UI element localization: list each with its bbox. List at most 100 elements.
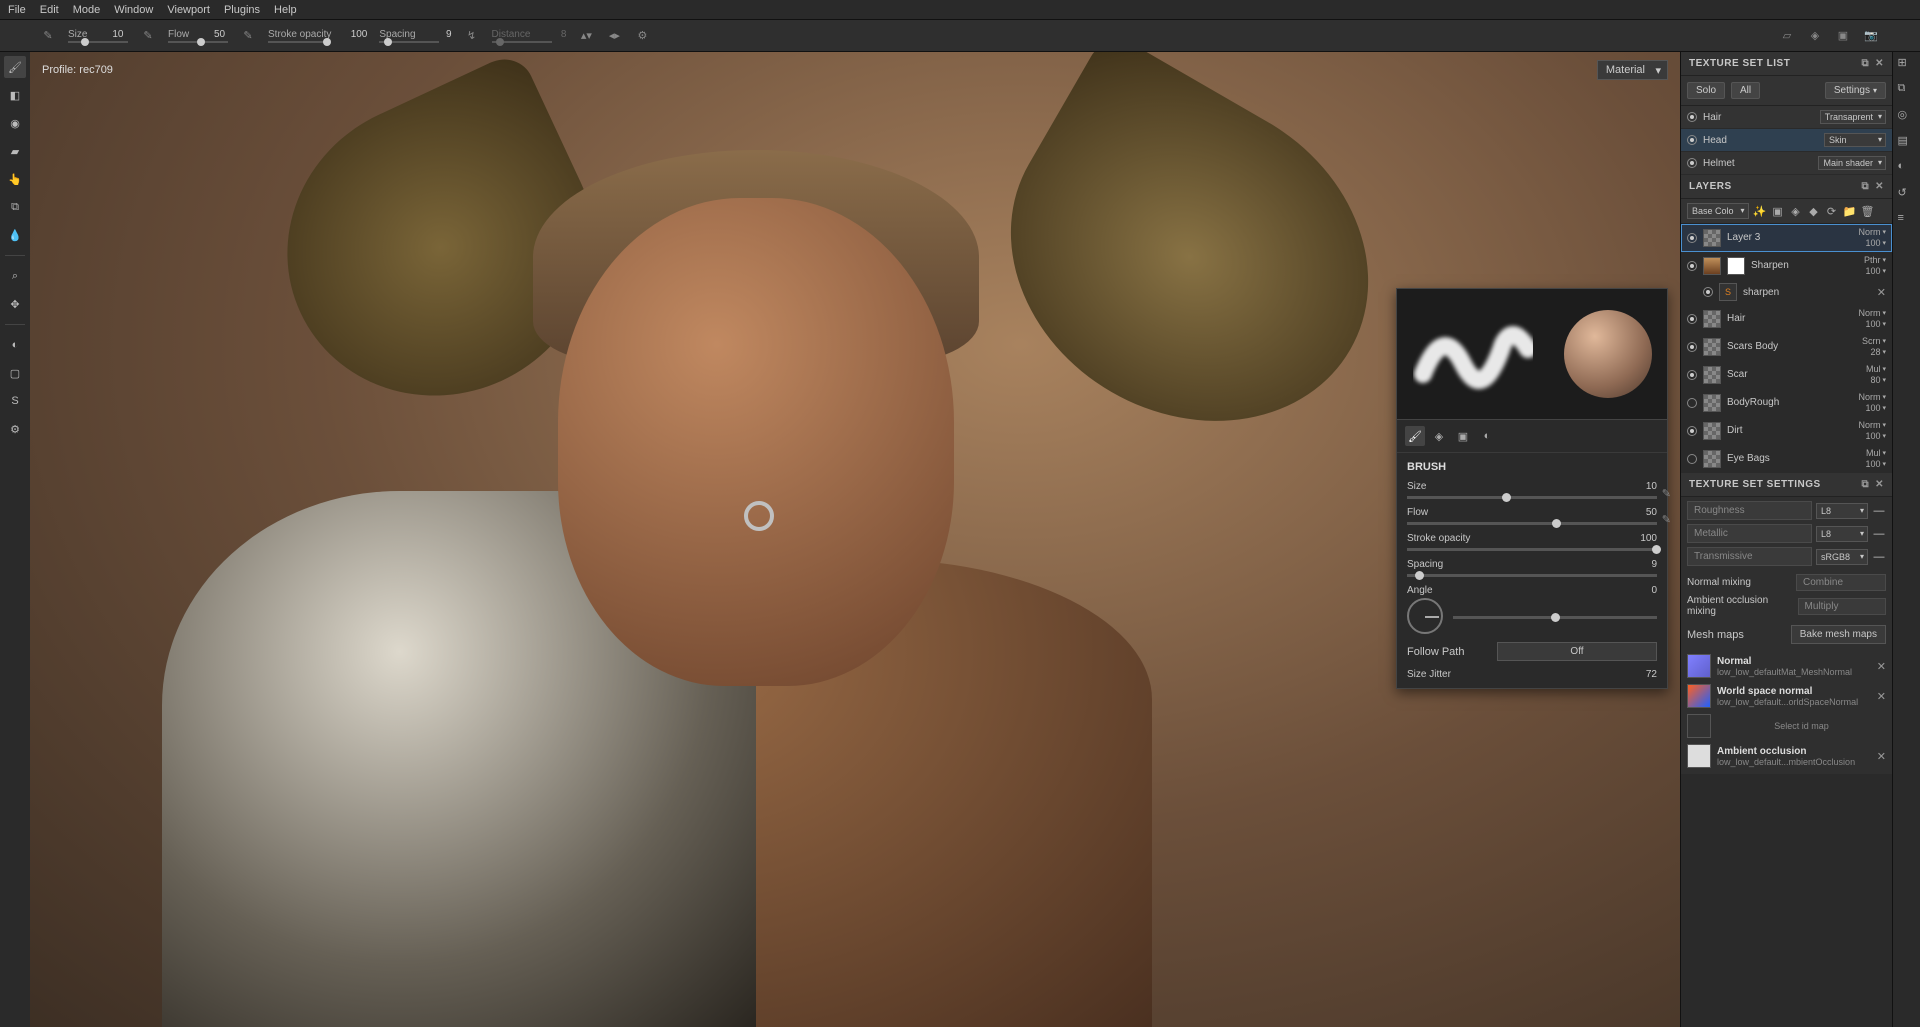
layer-thumbnail[interactable]: [1703, 257, 1721, 275]
layer-row[interactable]: Scars Body Scrn▾ 28▾: [1681, 333, 1892, 361]
blend-mode[interactable]: Norm: [1858, 392, 1880, 402]
viewer-settings-icon[interactable]: ◎: [1898, 108, 1916, 126]
brush-size-value[interactable]: 10: [1646, 481, 1657, 492]
blend-mode[interactable]: Norm: [1858, 227, 1880, 237]
normal-mixing-value[interactable]: Combine: [1796, 574, 1886, 591]
brush-tab-brush-icon[interactable]: 🖌: [1405, 426, 1425, 446]
channel-dropdown[interactable]: Base Colo: [1687, 203, 1749, 219]
layer-row[interactable]: Layer 3 Norm▾ 100▾: [1681, 224, 1892, 252]
layer-thumbnail[interactable]: [1703, 394, 1721, 412]
dock-panel-icon[interactable]: ⊞: [1898, 56, 1916, 74]
panel-undock-icon[interactable]: ⧉: [1861, 181, 1869, 192]
texture-set-row[interactable]: Helmet Main shader: [1681, 152, 1892, 175]
layer-opacity[interactable]: 100: [1865, 319, 1880, 329]
mesh-map-row[interactable]: Ambient occlusion low_low_default...mbie…: [1687, 742, 1886, 770]
layer-row[interactable]: Hair Norm▾ 100▾: [1681, 305, 1892, 333]
add-mask-icon[interactable]: ▣: [1771, 204, 1785, 218]
channel-format-dropdown[interactable]: L8: [1816, 526, 1868, 542]
brush-angle-dial[interactable]: [1407, 598, 1443, 634]
blend-mode[interactable]: Norm: [1858, 308, 1880, 318]
layer-row[interactable]: S sharpen ✕: [1681, 280, 1892, 305]
display-settings-icon[interactable]: ▤: [1898, 134, 1916, 152]
symmetry-x-icon[interactable]: ▴▾: [578, 28, 594, 44]
shader-settings-icon[interactable]: ◐: [1898, 160, 1916, 178]
material-dropdown[interactable]: Material: [1597, 60, 1668, 80]
ao-mixing-value[interactable]: Multiply: [1798, 598, 1886, 615]
tool-paint-brush[interactable]: 🖌: [4, 56, 26, 78]
screenshot-icon[interactable]: 📷: [1862, 27, 1880, 45]
panel-close-icon[interactable]: ✕: [1875, 479, 1884, 490]
brush-spacing-slider[interactable]: [1407, 574, 1657, 577]
channel-name[interactable]: Metallic: [1687, 524, 1812, 543]
size-jitter-value[interactable]: 72: [1646, 669, 1657, 680]
select-id-map-label[interactable]: Select id map: [1717, 721, 1886, 731]
opt-spacing-value[interactable]: 9: [422, 29, 452, 40]
channel-format-dropdown[interactable]: L8: [1816, 503, 1868, 519]
layer-thumbnail[interactable]: [1703, 229, 1721, 247]
undock-panel-icon[interactable]: ⧉: [1898, 82, 1916, 100]
tool-substance[interactable]: S: [4, 390, 26, 412]
remove-map-icon[interactable]: ✕: [1877, 750, 1886, 763]
layer-visibility-toggle[interactable]: [1687, 233, 1697, 243]
blend-mode[interactable]: Norm: [1858, 420, 1880, 430]
tool-smudge[interactable]: 👆: [4, 168, 26, 190]
cube-view-icon[interactable]: ◈: [1806, 27, 1824, 45]
add-smart-material-icon[interactable]: ⟳: [1825, 204, 1839, 218]
layer-visibility-toggle[interactable]: [1687, 261, 1697, 271]
tool-iray[interactable]: ◐: [4, 334, 26, 356]
layer-name[interactable]: BodyRough: [1727, 397, 1852, 408]
layer-opacity[interactable]: 100: [1865, 403, 1880, 413]
remove-channel-icon[interactable]: —: [1872, 505, 1886, 517]
mesh-map-row[interactable]: Select id map: [1687, 712, 1886, 740]
visibility-toggle[interactable]: [1687, 112, 1697, 122]
layer-name[interactable]: Layer 3: [1727, 232, 1852, 243]
layer-visibility-toggle[interactable]: [1687, 342, 1697, 352]
visibility-toggle[interactable]: [1687, 158, 1697, 168]
layer-row[interactable]: BodyRough Norm▾ 100▾: [1681, 389, 1892, 417]
layer-visibility-toggle[interactable]: [1687, 398, 1697, 408]
add-layer-icon[interactable]: ◈: [1789, 204, 1803, 218]
tool-eraser[interactable]: ◧: [4, 84, 26, 106]
delete-layer-icon[interactable]: 🗑: [1861, 204, 1875, 218]
all-button[interactable]: All: [1731, 82, 1760, 99]
shader-dropdown[interactable]: Skin: [1824, 133, 1886, 147]
blend-mode[interactable]: Mul: [1866, 364, 1881, 374]
brush-flow-value[interactable]: 50: [1646, 507, 1657, 518]
tool-projection[interactable]: ◉: [4, 112, 26, 134]
remove-channel-icon[interactable]: —: [1872, 551, 1886, 563]
menu-edit[interactable]: Edit: [40, 4, 59, 16]
layer-name[interactable]: sharpen: [1743, 287, 1871, 298]
layer-visibility-toggle[interactable]: [1703, 287, 1713, 297]
layer-thumbnail[interactable]: [1703, 366, 1721, 384]
layer-mask-thumbnail[interactable]: [1727, 257, 1745, 275]
camera-icon[interactable]: ▣: [1834, 27, 1852, 45]
blend-mode[interactable]: Pthr: [1864, 255, 1881, 265]
brush-preset-icon[interactable]: ✎: [40, 28, 56, 44]
log-icon[interactable]: ≡: [1898, 212, 1916, 230]
texture-set-row[interactable]: Hair Transaprent: [1681, 106, 1892, 129]
perspective-icon[interactable]: ▱: [1778, 27, 1796, 45]
layer-thumbnail[interactable]: [1703, 310, 1721, 328]
lazy-mouse-icon[interactable]: ↯: [464, 28, 480, 44]
panel-undock-icon[interactable]: ⧉: [1861, 479, 1869, 490]
layer-name[interactable]: Eye Bags: [1727, 453, 1859, 464]
brush-size-slider[interactable]: [1407, 496, 1657, 499]
menu-window[interactable]: Window: [114, 4, 153, 16]
opt-stroke-opacity-slider[interactable]: [268, 41, 328, 43]
menu-help[interactable]: Help: [274, 4, 297, 16]
layer-thumbnail[interactable]: [1703, 450, 1721, 468]
pen-pressure-flow-toggle-icon[interactable]: ✎: [1662, 513, 1671, 526]
viewport-3d[interactable]: Profile: rec709 Material 🖌 ◈ ▣ ◐: [30, 52, 1680, 1027]
layer-thumbnail[interactable]: [1703, 338, 1721, 356]
layer-name[interactable]: Sharpen: [1751, 260, 1858, 271]
brush-angle-value[interactable]: 0: [1651, 585, 1657, 596]
add-fill-layer-icon[interactable]: ◆: [1807, 204, 1821, 218]
symmetry-y-icon[interactable]: ◂▸: [606, 28, 622, 44]
visibility-toggle[interactable]: [1687, 135, 1697, 145]
add-folder-icon[interactable]: 📁: [1843, 204, 1857, 218]
layer-name[interactable]: Dirt: [1727, 425, 1852, 436]
mesh-map-row[interactable]: World space normal low_low_default...orl…: [1687, 682, 1886, 710]
brush-stroke-opacity-slider[interactable]: [1407, 548, 1657, 551]
remove-effect-icon[interactable]: ✕: [1877, 286, 1886, 299]
menu-mode[interactable]: Mode: [73, 4, 101, 16]
